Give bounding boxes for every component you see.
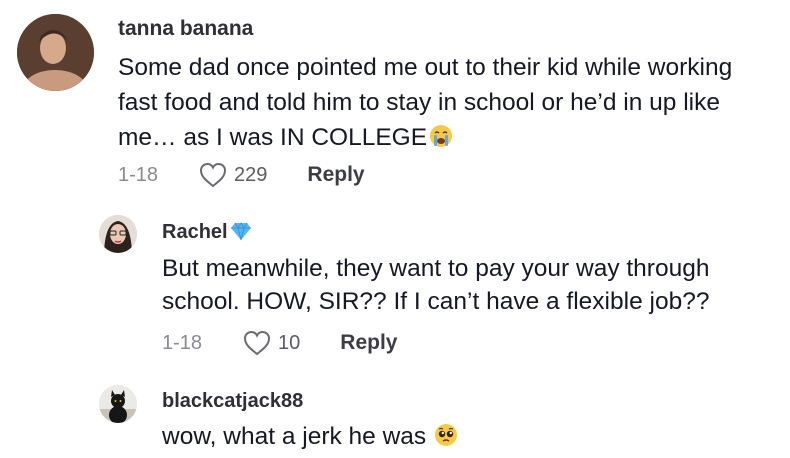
heart-icon xyxy=(242,329,272,357)
comment-meta: 1-18 10 Reply xyxy=(162,328,397,358)
reply-button[interactable]: Reply xyxy=(307,163,364,187)
comment-date: 1-18 xyxy=(162,331,203,354)
heart-icon xyxy=(198,161,228,189)
comment-username[interactable]: blackcatjack88 xyxy=(162,390,303,413)
comment-meta: 1-18 229 Reply xyxy=(118,160,365,190)
pleading-face-emoji-icon xyxy=(434,423,458,447)
diamond-emoji-icon xyxy=(230,221,252,241)
comment-date: 1-18 xyxy=(118,163,159,186)
comment-username-text: Rachel xyxy=(162,221,228,243)
comment-username[interactable]: Rachel xyxy=(162,221,252,244)
reply-button[interactable]: Reply xyxy=(340,331,397,355)
like-count: 10 xyxy=(278,331,301,354)
comment-text: wow, what a jerk he was xyxy=(162,420,772,453)
comment-username[interactable]: tanna banana xyxy=(118,17,253,41)
avatar[interactable] xyxy=(99,215,137,253)
like-button[interactable]: 229 xyxy=(198,161,267,189)
comment-text-body: Some dad once pointed me out to their ki… xyxy=(118,54,733,151)
like-count: 229 xyxy=(234,163,268,186)
comment-text: Some dad once pointed me out to their ki… xyxy=(118,50,768,155)
crying-face-emoji-icon xyxy=(429,124,453,148)
comment-text-body: wow, what a jerk he was xyxy=(162,423,427,450)
avatar[interactable] xyxy=(17,14,94,91)
avatar[interactable] xyxy=(99,385,137,423)
like-button[interactable]: 10 xyxy=(242,329,300,357)
comment-text: But meanwhile, they want to pay your way… xyxy=(162,255,710,315)
